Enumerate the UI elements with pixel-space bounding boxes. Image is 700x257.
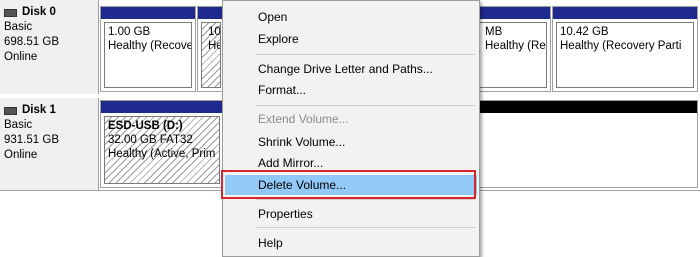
disk-0-name: Disk 0	[22, 6, 56, 18]
disk-0-volume-recovery-partition[interactable]: 10.42 GB Healthy (Recovery Parti	[552, 6, 698, 92]
volume-details: ESD-USB (D:) 32.00 GB FAT32 Healthy (Act…	[104, 116, 220, 184]
partition-bar	[101, 7, 195, 19]
disk-1-info[interactable]: Disk 1 Basic 931.51 GB Online	[0, 98, 99, 190]
context-menu: Open Explore Change Drive Letter and Pat…	[222, 0, 480, 257]
volume-label: ESD-USB (D:)	[108, 120, 183, 132]
disk-drive-icon	[4, 106, 17, 115]
volume-size: 32.00 GB FAT32	[108, 134, 193, 146]
menu-item-shrink-volume[interactable]: Shrink Volume...	[225, 132, 477, 152]
delete-volume-highlight-box	[221, 170, 476, 199]
volume-status: He	[208, 40, 220, 52]
volume-status: Healthy (Recovery Parti	[560, 40, 682, 52]
volume-details: 10.42 GB Healthy (Recovery Parti	[556, 22, 694, 88]
disk-1-status: Online	[4, 149, 38, 161]
menu-item-properties[interactable]: Properties	[225, 204, 477, 224]
disk-0-volume-recovery-2[interactable]: MB Healthy (Recove	[474, 6, 551, 92]
volume-size: MB	[485, 26, 503, 38]
partition-bar	[475, 7, 550, 19]
partition-bar	[101, 101, 223, 113]
disk-drive-icon	[4, 8, 17, 17]
volume-details: 10( He	[201, 22, 221, 88]
disk-1-type: Basic	[4, 119, 33, 131]
disk-0-title: Disk 0	[4, 5, 98, 20]
disk-0-volume-2[interactable]: 10( He	[197, 6, 225, 92]
menu-item-explore[interactable]: Explore	[225, 29, 477, 49]
disk-0-size: 698.51 GB	[4, 36, 59, 48]
disk-1-name: Disk 1	[22, 104, 56, 116]
menu-item-extend-volume: Extend Volume...	[258, 112, 349, 126]
menu-item-help[interactable]: Help	[225, 233, 477, 253]
disk-0-volume-recovery-1[interactable]: 1.00 GB Healthy (Recove	[100, 6, 196, 92]
volume-size: 1.00 GB	[108, 26, 151, 38]
volume-size: 10(	[208, 26, 221, 38]
volume-details: 1.00 GB Healthy (Recove	[104, 22, 192, 88]
partition-bar	[553, 7, 697, 19]
disk-0-info[interactable]: Disk 0 Basic 698.51 GB Online	[0, 0, 99, 94]
menu-separator	[256, 54, 475, 55]
disk-1-size: 931.51 GB	[4, 134, 59, 146]
disk-0-status: Online	[4, 51, 38, 63]
menu-separator	[256, 227, 475, 228]
volume-details: MB Healthy (Recove	[478, 22, 547, 88]
menu-item-open[interactable]: Open	[225, 7, 477, 27]
partition-bar	[198, 7, 224, 19]
disk-0-type: Basic	[4, 21, 33, 33]
disk-1-title: Disk 1	[4, 103, 98, 118]
disk-1-unallocated-area[interactable]	[474, 100, 698, 188]
volume-size: 10.42 GB	[560, 26, 609, 38]
menu-separator	[256, 199, 475, 200]
volume-status: Healthy (Recove	[485, 40, 546, 52]
volume-status: Healthy (Recove	[108, 40, 192, 52]
volume-status: Healthy (Active, Prim	[108, 148, 216, 160]
menu-separator	[256, 105, 475, 106]
unallocated-bar	[475, 101, 697, 113]
menu-item-format[interactable]: Format...	[225, 80, 477, 100]
menu-item-change-drive-letter[interactable]: Change Drive Letter and Paths...	[225, 59, 477, 79]
disk-1-volume-esd-usb[interactable]: ESD-USB (D:) 32.00 GB FAT32 Healthy (Act…	[100, 100, 224, 188]
